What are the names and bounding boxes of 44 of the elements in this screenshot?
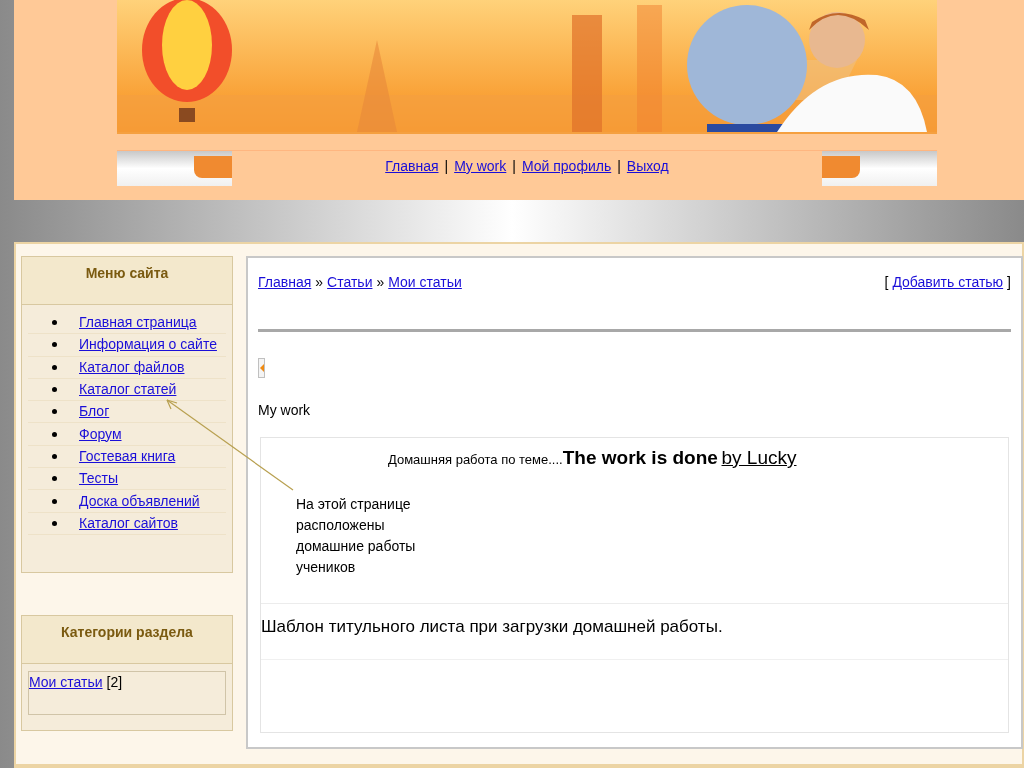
bullet-icon	[52, 431, 57, 437]
nav-link[interactable]: Мой профиль	[521, 156, 612, 177]
bullet-icon	[52, 476, 57, 482]
nav-separator: |	[512, 157, 516, 176]
bullet-icon	[52, 453, 57, 459]
menu-link[interactable]: Гостевая книга	[79, 445, 176, 467]
nav-link[interactable]: Главная	[385, 156, 439, 177]
section-title: My work	[258, 401, 312, 420]
bracket: ]	[1007, 273, 1011, 292]
menu-link[interactable]: Информация о сайте	[79, 334, 217, 356]
menu-link[interactable]: Каталог сайтов	[79, 512, 178, 534]
menu-link[interactable]: Каталог статей	[79, 379, 177, 401]
breadcrumb-link[interactable]: Главная	[258, 272, 312, 293]
breadcrumb-separator: »	[376, 273, 385, 292]
bullet-icon	[52, 320, 57, 326]
bracket: [	[884, 273, 889, 292]
menu-link[interactable]: Блог	[79, 401, 110, 423]
nav-separator: |	[444, 157, 449, 176]
menu-link[interactable]: Каталог файлов	[79, 356, 185, 378]
panel-title: Меню сайта	[85, 264, 169, 283]
bullet-icon	[52, 520, 57, 526]
annotation-text: На этой странице расположены домашние работы учеников	[296, 495, 417, 577]
homework-heading: Домашняя работа по теме....The work is done by Lucky	[388, 446, 798, 470]
nav-link[interactable]: My work	[454, 156, 507, 177]
bullet-icon	[52, 364, 57, 370]
nav-link[interactable]: Выход	[626, 156, 669, 177]
bullet-icon	[52, 387, 57, 393]
menu-link[interactable]: Доска объявлений	[79, 490, 200, 512]
author-link[interactable]: by Lucky	[721, 447, 797, 468]
menu-link[interactable]: Главная страница	[79, 312, 197, 334]
bullet-icon	[52, 498, 57, 504]
add-article-link[interactable]: Добавить статью	[892, 272, 1004, 293]
template-text: Шаблон титульного листа при загрузки домашней работы.	[261, 615, 724, 638]
breadcrumb-link[interactable]: Статьи	[327, 272, 373, 293]
category-count: [2]	[106, 673, 123, 692]
nav-separator: |	[617, 157, 621, 176]
bullet-icon	[52, 342, 57, 348]
panel-title: Категории раздела	[61, 623, 193, 642]
menu-link[interactable]: Форум	[79, 423, 122, 445]
menu-link[interactable]: Тесты	[79, 468, 119, 490]
breadcrumb-link[interactable]: Мои статьи	[388, 272, 462, 293]
category-link[interactable]: Мои статьи	[29, 672, 103, 693]
breadcrumb-separator: »	[315, 273, 324, 292]
bullet-icon	[52, 409, 57, 415]
